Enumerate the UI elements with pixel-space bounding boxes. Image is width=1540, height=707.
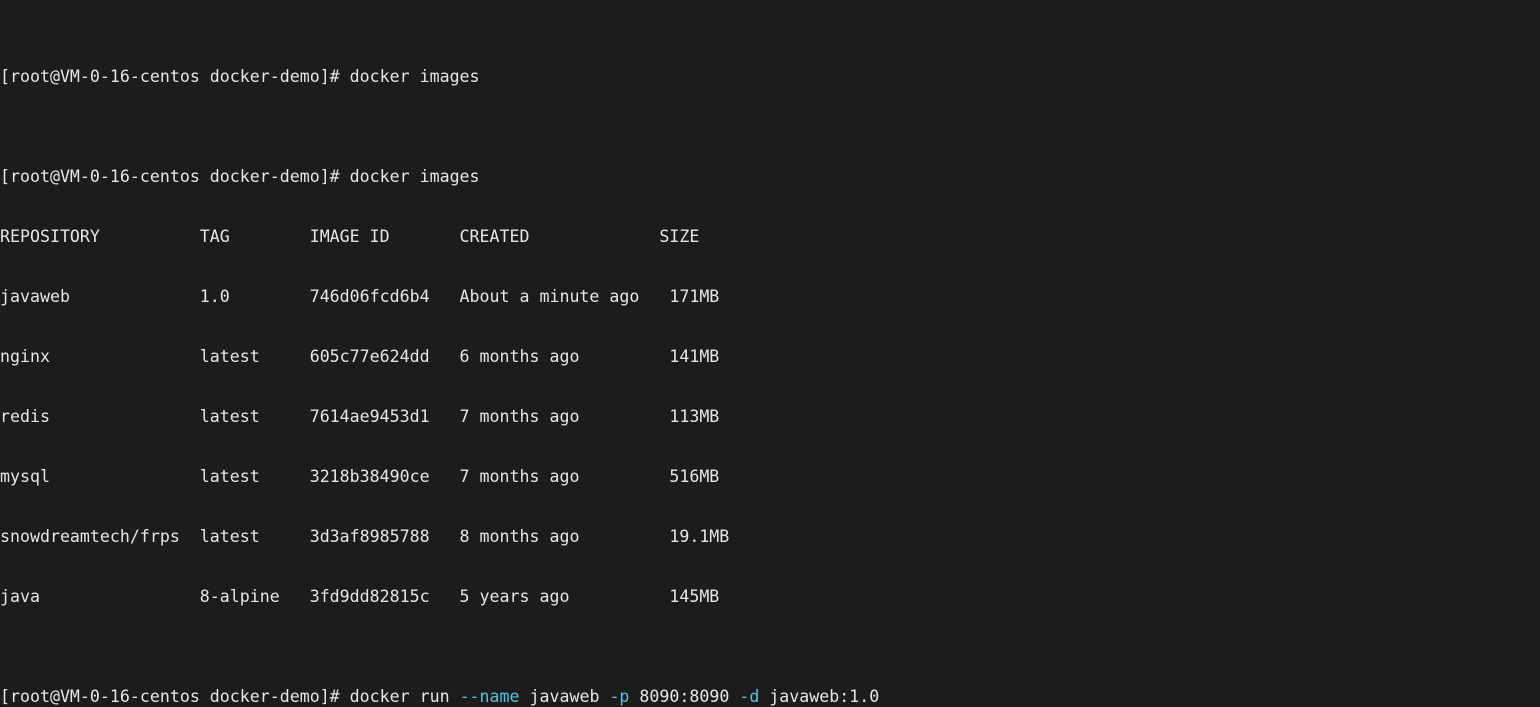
docker-run-mid2: 8090:8090 — [629, 687, 740, 706]
terminal-screen: [root@VM-0-16-centos docker-demo]# docke… — [0, 0, 1540, 707]
flag-d: -d — [739, 687, 760, 706]
docker-run-tail: javaweb:1.0 — [759, 687, 880, 706]
terminal-window[interactable]: [root@VM-0-16-centos docker-demo]# docke… — [0, 0, 1540, 707]
images-table-row: java 8-alpine 3fd9dd82815c 5 years ago 1… — [0, 587, 720, 606]
docker-run-prefix: [root@VM-0-16-centos docker-demo]# docke… — [0, 687, 460, 706]
flag-p: -p — [609, 687, 630, 706]
images-table-row: javaweb 1.0 746d06fcd6b4 About a minute … — [0, 287, 720, 306]
clipped-top-line: [root@VM-0-16-centos docker-demo]# docke… — [0, 67, 480, 86]
flag-name: --name — [459, 687, 520, 706]
prompt-line-docker-images: [root@VM-0-16-centos docker-demo]# docke… — [0, 167, 480, 186]
prompt-line-docker-run: [root@VM-0-16-centos docker-demo]# docke… — [0, 687, 1540, 707]
docker-run-mid1: javaweb — [519, 687, 610, 706]
images-table-row: snowdreamtech/frps latest 3d3af8985788 8… — [0, 527, 730, 546]
images-table-row: nginx latest 605c77e624dd 6 months ago 1… — [0, 347, 720, 366]
images-table-header: REPOSITORY TAG IMAGE ID CREATED SIZE — [0, 227, 700, 246]
images-table-row: redis latest 7614ae9453d1 7 months ago 1… — [0, 407, 720, 426]
images-table-row: mysql latest 3218b38490ce 7 months ago 5… — [0, 467, 720, 486]
